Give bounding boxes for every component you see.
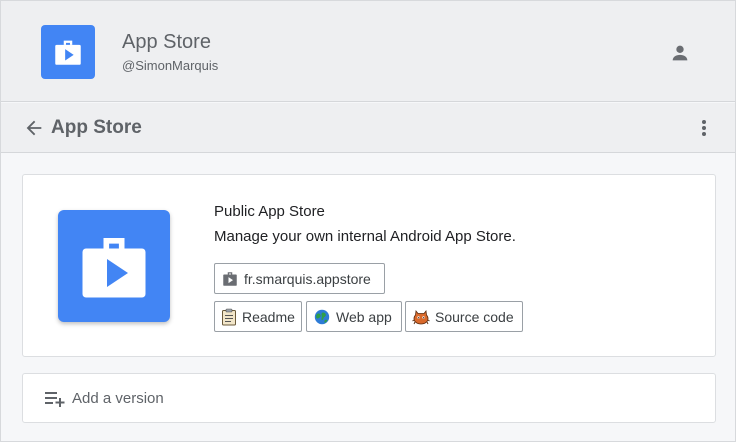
playlist-add-icon <box>44 389 66 409</box>
source-code-link[interactable]: Source code <box>405 301 523 332</box>
source-code-label: Source code <box>435 308 514 325</box>
web-app-link[interactable]: Web app <box>306 301 402 332</box>
web-app-label: Web app <box>336 308 392 325</box>
more-vert-icon[interactable] <box>694 117 714 139</box>
package-chip[interactable]: fr.smarquis.appstore <box>214 263 385 294</box>
app-description: Manage your own internal Android App Sto… <box>214 228 516 245</box>
app-store-bag-icon <box>221 270 239 288</box>
octocat-icon <box>412 308 430 326</box>
person-icon[interactable] <box>669 42 691 64</box>
app-store-bag-icon <box>58 210 170 322</box>
header-title: App Store <box>122 31 211 53</box>
toolbar: App Store <box>1 103 735 153</box>
arrow-back-icon[interactable] <box>23 117 45 139</box>
app-store-logo-icon[interactable] <box>41 25 95 79</box>
app-window: App Store @SimonMarquis App Store Public… <box>0 0 736 442</box>
package-name: fr.smarquis.appstore <box>244 270 371 287</box>
app-name: Public App Store <box>214 203 325 220</box>
app-card: Public App Store Manage your own interna… <box>22 174 716 357</box>
add-version-label: Add a version <box>72 390 164 407</box>
readme-label: Readme <box>242 308 295 325</box>
add-version-button[interactable]: Add a version <box>22 373 716 423</box>
readme-link[interactable]: Readme <box>214 301 302 332</box>
clipboard-icon <box>221 308 237 326</box>
toolbar-title: App Store <box>51 117 142 138</box>
header-handle: @SimonMarquis <box>122 58 219 73</box>
globe-icon <box>313 308 331 326</box>
app-header: App Store @SimonMarquis <box>1 1 735 102</box>
